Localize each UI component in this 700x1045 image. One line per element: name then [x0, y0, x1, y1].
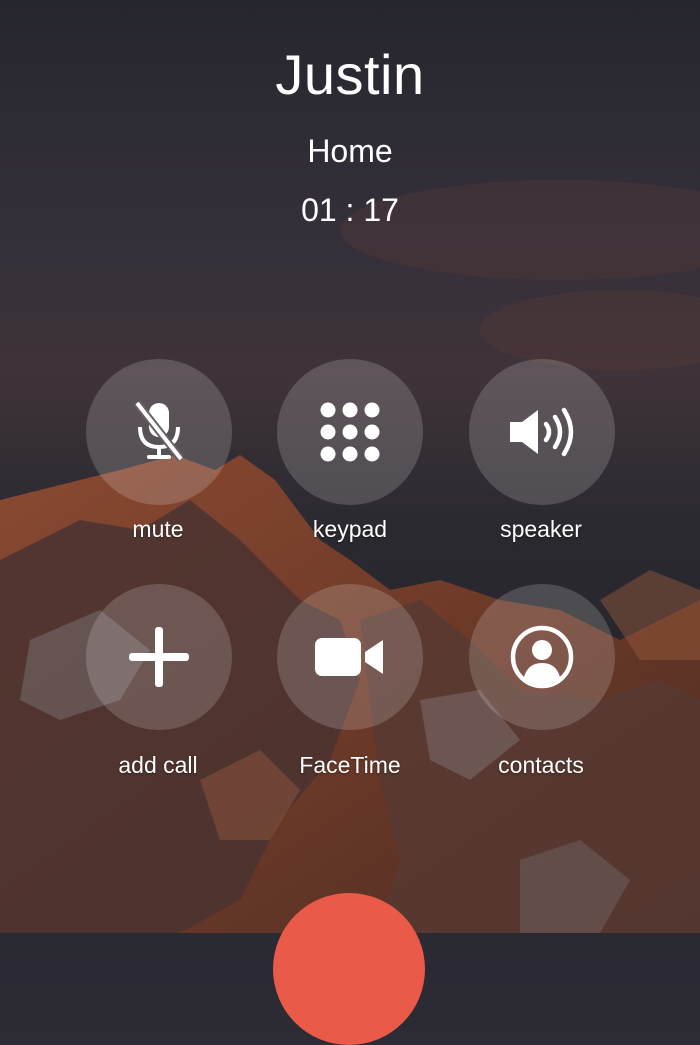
video-camera-icon [315, 638, 383, 676]
add-call-button[interactable] [86, 584, 232, 730]
add-call-label: add call [118, 752, 198, 778]
speaker-icon [510, 407, 574, 457]
end-call-button[interactable] [273, 893, 425, 1045]
speaker-label: speaker [500, 516, 582, 542]
contacts-label: contacts [498, 752, 584, 778]
call-duration: 01 : 17 [301, 192, 399, 228]
plus-icon [129, 627, 189, 687]
keypad-button[interactable] [277, 359, 423, 505]
keypad-grid-icon [320, 402, 380, 462]
caller-name: Justin [275, 43, 425, 106]
speaker-button[interactable] [469, 359, 615, 505]
mic-slash-icon [133, 400, 185, 462]
person-circle-icon [510, 625, 574, 689]
keypad-label: keypad [312, 516, 388, 542]
facetime-label: FaceTime [299, 752, 401, 778]
contacts-button[interactable] [469, 584, 615, 730]
mute-button[interactable] [86, 359, 232, 505]
caller-line-label: Home [307, 133, 393, 169]
mute-label: mute [132, 516, 184, 542]
facetime-button[interactable] [277, 584, 423, 730]
